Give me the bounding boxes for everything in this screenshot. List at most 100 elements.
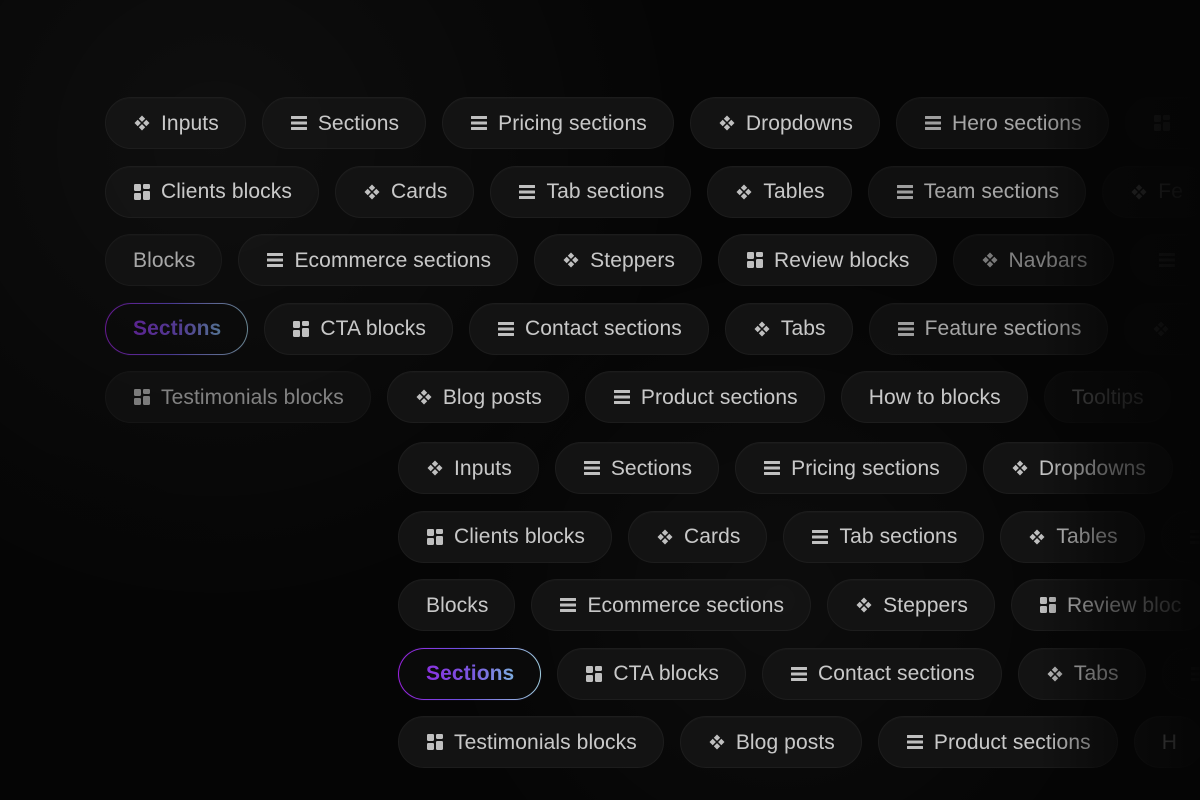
tag-chip-diamond-grid-icon[interactable] — [1124, 302, 1200, 355]
tiles-icon — [133, 183, 151, 201]
tag-chip-ecommerce-sections[interactable]: Ecommerce sections — [531, 579, 812, 631]
rows-icon — [497, 320, 515, 338]
tag-chip-hero-sections[interactable]: Hero sections — [895, 97, 1109, 149]
tag-chip-blocks[interactable]: Blocks — [398, 579, 516, 631]
tag-chip-tiles-icon[interactable] — [1124, 97, 1200, 149]
tag-chip-sections[interactable]: Sections — [261, 97, 427, 149]
tag-label: Inputs — [161, 111, 219, 135]
tag-chip-how-to-blocks[interactable]: How to blocks — [840, 371, 1028, 423]
tag-chip-review-bloc[interactable]: Review bloc — [1011, 579, 1200, 631]
tag-label: Tables — [763, 180, 825, 203]
tiles-icon — [1039, 596, 1057, 614]
tag-chip-steppers[interactable]: Steppers — [827, 579, 996, 631]
tag-chip-testimonials-blocks[interactable]: Testimonials blocks — [398, 716, 664, 768]
rows-icon — [559, 596, 577, 614]
tag-label: Feature sections — [924, 317, 1082, 340]
tag-chip-rows-icon[interactable] — [1161, 647, 1200, 700]
rows-icon — [266, 251, 284, 269]
diamond-grid-icon — [426, 459, 444, 477]
diamond-grid-icon — [855, 596, 873, 614]
tag-chip-steppers[interactable]: Steppers — [534, 234, 703, 286]
tag-label: Testimonials blocks — [161, 385, 344, 409]
tag-label: Review bloc — [1067, 593, 1182, 617]
rows-icon — [1158, 251, 1176, 269]
tag-chip-rows-icon[interactable] — [1130, 234, 1200, 286]
rows-icon — [906, 733, 924, 751]
tag-chip-h[interactable]: H — [1133, 716, 1200, 768]
rows-icon — [1189, 528, 1200, 546]
tag-label: Inputs — [454, 456, 512, 480]
tag-chip-blog-posts[interactable]: Blog posts — [386, 371, 569, 423]
tag-chip-sections[interactable]: Sections — [398, 648, 541, 700]
bottom-cluster-row-1: Inputs Sections Pricing sections Dropdowns — [398, 442, 1200, 494]
tag-chip-blocks[interactable]: Blocks — [105, 234, 223, 286]
tag-chip-ecommerce-sections[interactable]: Ecommerce sections — [238, 234, 519, 286]
top-tag-cluster: Inputs Sections Pricing sections Dropdowns H… — [105, 97, 1200, 440]
tag-chip-clients-blocks[interactable]: Clients blocks — [398, 510, 612, 563]
tag-chip-inputs[interactable]: Inputs — [105, 97, 246, 149]
bottom-cluster-row-5: Testimonials blocks Blog posts Product sec… — [398, 716, 1200, 768]
tag-chip-product-sections[interactable]: Product sections — [584, 371, 825, 423]
tag-label: Navbars — [1008, 248, 1088, 272]
tag-label: How to blocks — [868, 385, 1001, 409]
rows-icon — [613, 388, 631, 406]
tag-label: Sections — [610, 456, 693, 480]
tag-chip-clients-blocks[interactable]: Clients blocks — [105, 165, 319, 218]
tag-chip-cta-blocks[interactable]: CTA blocks — [557, 647, 746, 700]
tag-chip-tables[interactable]: Tables — [707, 165, 852, 218]
diamond-grid-icon — [363, 183, 381, 201]
tag-chip-tables[interactable]: Tables — [1000, 510, 1145, 563]
tag-chip-pricing-sections[interactable]: Pricing sections — [735, 442, 967, 494]
tag-chip-pricing-sections[interactable]: Pricing sections — [442, 97, 674, 149]
tag-label: Hero sections — [951, 111, 1082, 135]
diamond-grid-icon — [656, 528, 674, 546]
tag-chip-sections[interactable]: Sections — [105, 303, 248, 355]
tag-chip-cta-blocks[interactable]: CTA blocks — [264, 302, 453, 355]
tag-label: Product sections — [933, 730, 1091, 754]
tag-label: Review blocks — [774, 248, 910, 272]
diamond-grid-icon — [415, 388, 433, 406]
tag-chip-contact-sections[interactable]: Contact sections — [468, 302, 709, 355]
tag-chip-feature-sections[interactable]: Feature sections — [868, 302, 1109, 355]
tag-chip-cards[interactable]: Cards — [627, 510, 768, 563]
tag-chip-review-blocks[interactable]: Review blocks — [718, 234, 937, 286]
tag-chip-inputs[interactable]: Inputs — [398, 442, 539, 494]
tag-chip-cards[interactable]: Cards — [334, 165, 475, 218]
tag-chip-dropdowns[interactable]: Dropdowns — [689, 97, 880, 149]
tag-chip-team-sections[interactable]: Team sections — [867, 165, 1087, 218]
top-cluster-row-1: Inputs Sections Pricing sections Dropdowns H… — [105, 97, 1200, 149]
tag-chip-tab-sections[interactable]: Tab sections — [783, 510, 985, 563]
diamond-grid-icon — [708, 733, 726, 751]
tag-chip-testimonials-blocks[interactable]: Testimonials blocks — [105, 371, 371, 423]
tag-chip-blog-posts[interactable]: Blog posts — [679, 716, 862, 768]
diamond-grid-icon — [981, 251, 999, 269]
tag-chip-product-sections[interactable]: Product sections — [877, 716, 1118, 768]
diamond-grid-icon — [1011, 459, 1029, 477]
bottom-cluster-row-4: Sections CTA blocks Contact sections Tabs — [398, 647, 1200, 700]
tag-label: Blocks — [133, 248, 196, 272]
tag-chip-tab-sections[interactable]: Tab sections — [490, 165, 692, 218]
tag-chip-tooltips[interactable]: Tooltips — [1043, 371, 1171, 423]
tag-chip-contact-sections[interactable]: Contact sections — [761, 647, 1002, 700]
tag-label: Contact sections — [524, 317, 682, 340]
diamond-grid-icon — [1046, 665, 1064, 683]
tag-label: CTA blocks — [320, 317, 426, 340]
tag-chip-dropdowns[interactable]: Dropdowns — [982, 442, 1173, 494]
tiles-icon — [426, 528, 444, 546]
tag-chip-tabs[interactable]: Tabs — [1017, 647, 1146, 700]
tag-label: Tables — [1056, 525, 1118, 548]
tag-label: Fe — [1158, 180, 1183, 203]
tag-label: Sections — [317, 111, 400, 135]
rows-icon — [896, 183, 914, 201]
tag-chip-tabs[interactable]: Tabs — [724, 302, 853, 355]
tag-chip-rows-icon[interactable] — [1160, 510, 1200, 563]
tag-chip-rows-icon[interactable] — [1188, 442, 1200, 494]
tag-chip-fe[interactable]: Fe — [1102, 165, 1200, 218]
tag-chip-sections[interactable]: Sections — [554, 442, 720, 494]
tag-label: Tab sections — [839, 525, 958, 548]
bottom-cluster-row-2: Clients blocks Cards Tab sections Tables — [398, 510, 1200, 563]
bottom-tag-cluster: Inputs Sections Pricing sections Dropdowns C… — [398, 442, 1200, 785]
tag-label: Tabs — [1073, 662, 1119, 685]
tag-label: Cards — [683, 525, 741, 548]
tag-chip-navbars[interactable]: Navbars — [952, 234, 1115, 286]
